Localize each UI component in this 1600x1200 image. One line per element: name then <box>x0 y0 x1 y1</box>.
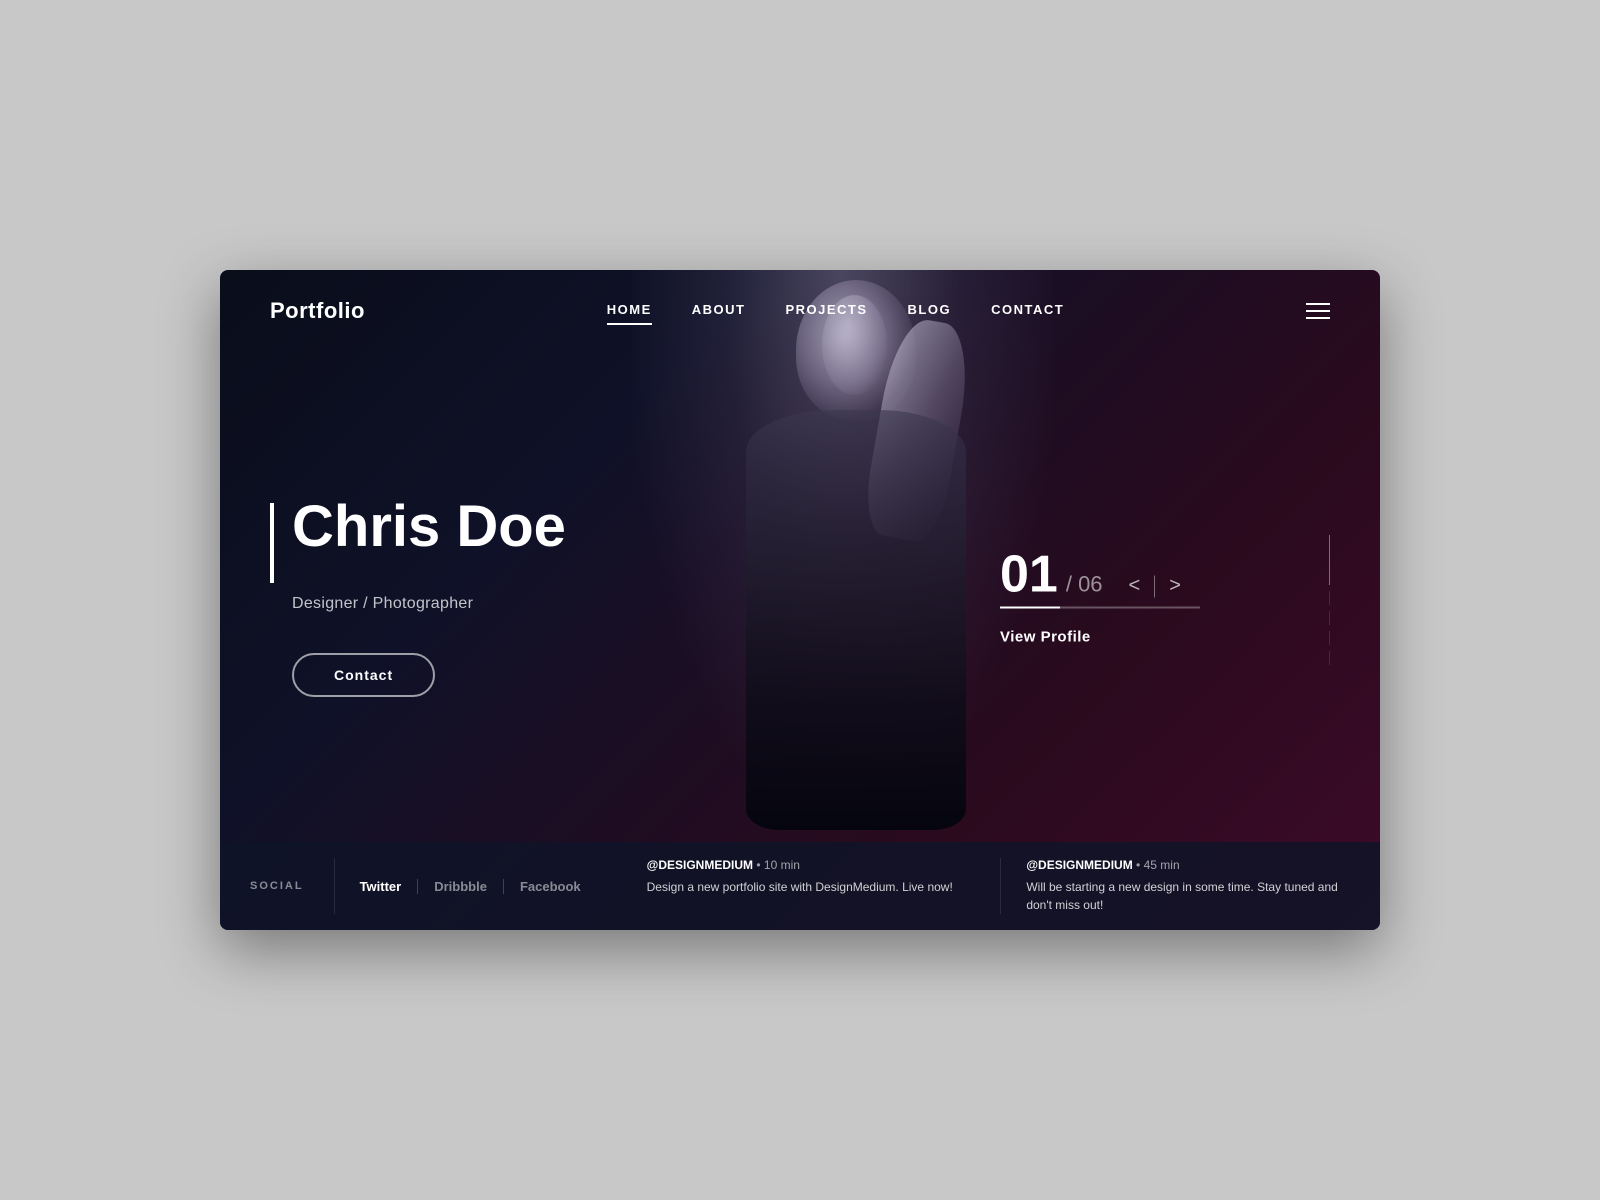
vertical-bar <box>1329 535 1330 665</box>
site-wrapper: Portfolio HOME ABOUT PROJECTS BLOG CONTA… <box>220 270 1380 930</box>
tweet-card-1: @DESIGNMEDIUM • 10 min Design a new port… <box>622 858 1002 914</box>
tweet-cards: @DESIGNMEDIUM • 10 min Design a new port… <box>622 858 1380 914</box>
hero-name: Chris Doe <box>292 498 566 556</box>
slide-progress-bar <box>1000 607 1200 609</box>
tweet-meta-2: @DESIGNMEDIUM • 45 min <box>1026 858 1355 872</box>
nav-item-about[interactable]: ABOUT <box>692 302 746 321</box>
social-links: Twitter Dribbble Facebook <box>335 858 622 914</box>
name-block: Chris Doe <box>270 498 566 583</box>
hero-left: Chris Doe Designer / Photographer Contac… <box>270 498 566 697</box>
counter-row: 01 / 06 < > <box>1000 549 1200 601</box>
social-link-dribbble[interactable]: Dribbble <box>418 879 504 894</box>
main-content: Chris Doe Designer / Photographer Contac… <box>220 352 1380 842</box>
tweet-time-2-val: 45 min <box>1144 858 1180 872</box>
hero-subtitle: Designer / Photographer <box>270 595 566 613</box>
nav-item-projects[interactable]: PROJECTS <box>785 302 867 321</box>
slide-nav-divider <box>1154 575 1155 597</box>
social-bar: SOCIAL Twitter Dribbble Facebook @DESIGN… <box>220 842 1380 930</box>
tweet-text-2: Will be starting a new design in some ti… <box>1026 878 1355 914</box>
nav-item-home[interactable]: HOME <box>607 302 652 321</box>
slide-prev-button[interactable]: < <box>1129 575 1141 598</box>
slide-current: 01 <box>1000 549 1058 601</box>
browser-window: Portfolio HOME ABOUT PROJECTS BLOG CONTA… <box>220 270 1380 930</box>
social-link-twitter[interactable]: Twitter <box>360 879 419 894</box>
tweet-text-1: Design a new portfolio site with DesignM… <box>647 878 976 896</box>
tweet-time-1: • <box>756 858 764 872</box>
tweet-meta-1: @DESIGNMEDIUM • 10 min <box>647 858 976 872</box>
slide-info-area: 01 / 06 < > View Profile <box>1000 549 1200 646</box>
tweet-handle-2: @DESIGNMEDIUM <box>1026 858 1132 872</box>
slide-nav-controls: < > <box>1129 575 1181 598</box>
social-label: SOCIAL <box>220 858 335 914</box>
tweet-card-2: @DESIGNMEDIUM • 45 min Will be starting … <box>1001 858 1380 914</box>
slide-separator: / 06 <box>1066 572 1103 598</box>
nav-item-blog[interactable]: BLOG <box>908 302 952 321</box>
accent-bar <box>270 503 274 583</box>
tweet-handle-1: @DESIGNMEDIUM <box>647 858 753 872</box>
site-logo: Portfolio <box>270 298 365 324</box>
header: Portfolio HOME ABOUT PROJECTS BLOG CONTA… <box>220 270 1380 352</box>
view-profile-link[interactable]: View Profile <box>1000 629 1200 646</box>
social-link-facebook[interactable]: Facebook <box>504 879 597 894</box>
nav-item-contact[interactable]: CONTACT <box>991 302 1064 321</box>
tweet-time-2: • <box>1136 858 1144 872</box>
slide-progress-fill <box>1000 607 1060 609</box>
tweet-time-1-val: 10 min <box>764 858 800 872</box>
contact-button[interactable]: Contact <box>292 653 435 697</box>
main-nav: HOME ABOUT PROJECTS BLOG CONTACT <box>607 302 1064 321</box>
hamburger-menu[interactable] <box>1306 303 1330 319</box>
slide-next-button[interactable]: > <box>1169 575 1181 598</box>
